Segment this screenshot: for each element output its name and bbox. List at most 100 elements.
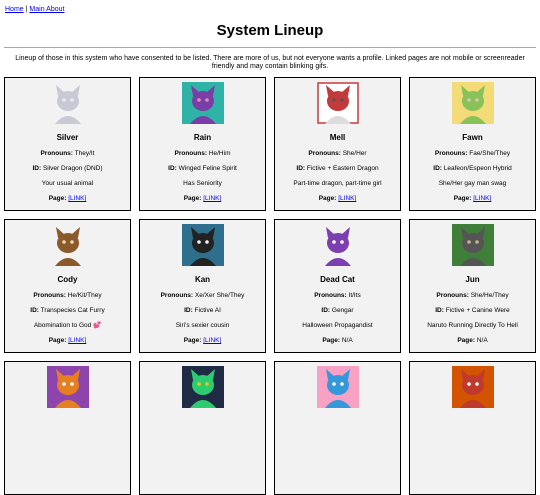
- id-value: Fictive + Eastern Dragon: [306, 165, 379, 172]
- page-link[interactable]: [LINK]: [338, 195, 356, 202]
- intro-text: Lineup of those in this system who have …: [15, 55, 525, 70]
- avatar-eye: [196, 382, 201, 386]
- nav-separator: |: [25, 6, 28, 13]
- page-link[interactable]: [LINK]: [203, 195, 221, 202]
- pronouns-label: Pronouns:: [160, 292, 194, 299]
- avatar-image: [316, 224, 359, 266]
- avatar-image: [46, 82, 89, 124]
- member-name: Mell: [329, 133, 346, 142]
- id-label: ID:: [296, 165, 306, 172]
- page-link[interactable]: [LINK]: [68, 195, 86, 202]
- avatar-eye: [331, 240, 336, 244]
- avatar-eye: [474, 382, 479, 386]
- avatar-eye: [196, 240, 201, 244]
- home-link[interactable]: Home: [5, 6, 24, 13]
- avatar-eye: [204, 382, 209, 386]
- avatar-eye: [69, 98, 74, 102]
- avatar-eye: [474, 240, 479, 244]
- avatar: [316, 224, 359, 266]
- id-label: ID:: [32, 165, 42, 172]
- avatar: [451, 366, 494, 408]
- avatar: [316, 366, 359, 408]
- avatar: [181, 224, 224, 266]
- member-pronouns: Pronouns: It/Its: [275, 292, 400, 299]
- member-page: Page: N/A: [275, 337, 400, 344]
- member-card: [4, 361, 131, 495]
- member-id: ID: Winged Feline Spirit: [140, 165, 265, 172]
- id-value: Fictive AI: [194, 307, 221, 314]
- pronouns-value: She/He/They: [470, 292, 509, 299]
- avatar: [181, 366, 224, 408]
- id-value: Leafeon/Espeon Hybrid: [443, 165, 512, 172]
- member-id: ID: Fictive AI: [140, 307, 265, 314]
- pronouns-label: Pronouns:: [174, 150, 208, 157]
- pronouns-label: Pronouns:: [40, 150, 73, 157]
- member-note: Has Seniority: [183, 180, 222, 187]
- member-pronouns: Pronouns: They/It: [5, 150, 130, 157]
- page-title: System Lineup: [216, 22, 324, 39]
- avatar-image: [451, 82, 494, 124]
- page-value: N/A: [341, 337, 353, 344]
- avatar: [46, 82, 89, 124]
- member-page: Page: [LINK]: [5, 195, 130, 202]
- member-card: Silver Pronouns: They/It ID: Silver Dragon…: [4, 77, 131, 211]
- avatar-eye: [61, 98, 66, 102]
- avatar: [451, 82, 494, 124]
- avatar-image: [181, 366, 224, 408]
- member-pronouns: Pronouns: He/Kit/They: [5, 292, 130, 299]
- divider: [4, 47, 536, 48]
- avatar-eye: [466, 98, 471, 102]
- pronouns-label: Pronouns:: [314, 292, 347, 299]
- pronouns-value: He/Kit/They: [67, 292, 102, 299]
- avatar-image: [46, 366, 89, 408]
- member-id: ID: Silver Dragon (DND): [5, 165, 130, 172]
- member-card: [409, 361, 536, 495]
- id-value: Silver Dragon (DND): [42, 165, 103, 172]
- id-value: Winged Feline Spirit: [178, 165, 237, 172]
- member-card: Mell Pronouns: She/Her ID: Fictive + Easte…: [274, 77, 401, 211]
- member-name: Jun: [465, 275, 480, 284]
- page-link[interactable]: [LINK]: [203, 337, 221, 344]
- id-value: Gengar: [331, 307, 354, 314]
- avatar-image: [46, 224, 89, 266]
- pronouns-value: Fae/She/They: [469, 150, 511, 157]
- member-id: ID: Transpecies Cat Furry: [5, 307, 130, 314]
- avatar-eye: [474, 98, 479, 102]
- page-link[interactable]: [LINK]: [68, 337, 86, 344]
- pronouns-value: She/Her: [342, 150, 367, 157]
- member-name: Kan: [194, 275, 211, 284]
- member-note: Siri's sexier cousin: [175, 322, 230, 329]
- member-pronouns: Pronouns: He/Him: [140, 150, 265, 157]
- page-link[interactable]: [LINK]: [473, 195, 491, 202]
- member-id: ID: Leafeon/Espeon Hybrid: [410, 165, 535, 172]
- member-page: Page: [LINK]: [140, 195, 265, 202]
- avatar: [46, 224, 89, 266]
- pronouns-label: Pronouns:: [308, 150, 341, 157]
- id-value: Fictive + Canine Were: [445, 307, 510, 314]
- avatar-eye: [204, 98, 209, 102]
- member-page: Page: [LINK]: [410, 195, 535, 202]
- pronouns-label: Pronouns:: [436, 292, 469, 299]
- id-label: ID:: [321, 307, 331, 314]
- avatar-eye: [339, 240, 344, 244]
- avatar-eye: [204, 240, 209, 244]
- avatar-eye: [339, 382, 344, 386]
- pronouns-value: It/Its: [348, 292, 361, 299]
- member-card: [274, 361, 401, 495]
- member-name: Silver: [56, 133, 79, 142]
- member-name: Cody: [57, 275, 78, 284]
- avatar-eye: [466, 240, 471, 244]
- avatar-eye: [339, 98, 344, 102]
- avatar-image: [451, 366, 494, 408]
- member-pronouns: Pronouns: Fae/She/They: [410, 150, 535, 157]
- member-note: Part-time dragon, part-time girl: [293, 180, 382, 187]
- main-about-link[interactable]: Main About: [29, 6, 64, 13]
- member-page: Page: [LINK]: [140, 337, 265, 344]
- member-card: Dead Cat Pronouns: It/Its ID: Gengar Hallow…: [274, 219, 401, 353]
- member-name: Rain: [193, 133, 212, 142]
- id-label: ID:: [168, 165, 177, 172]
- member-name: Fawn: [462, 133, 483, 142]
- member-card: Cody Pronouns: He/Kit/They ID: Transpecies…: [4, 219, 131, 353]
- member-pronouns: Pronouns: She/He/They: [410, 292, 535, 299]
- member-page: Page: [LINK]: [5, 337, 130, 344]
